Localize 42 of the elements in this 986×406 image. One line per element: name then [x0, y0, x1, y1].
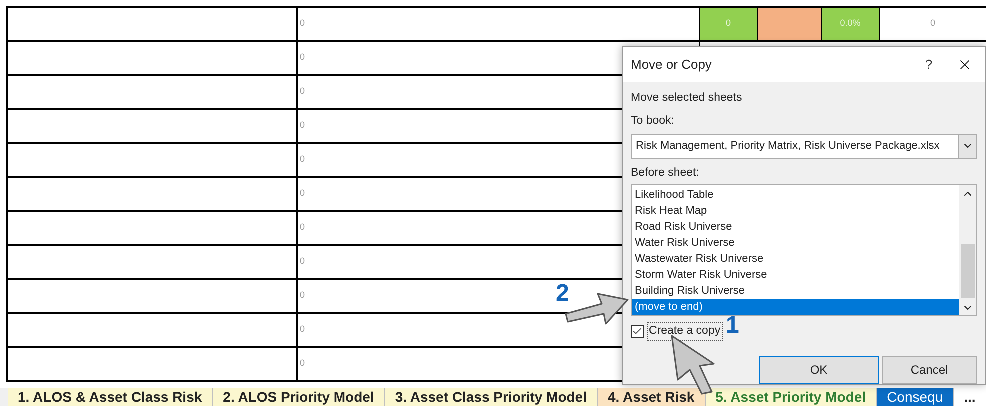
- sheet-tab[interactable]: ...: [954, 388, 986, 406]
- table-cell-text: 0: [300, 17, 306, 30]
- scrollbar[interactable]: [959, 184, 976, 315]
- sheet-list-item[interactable]: Likelihood Table: [632, 186, 959, 203]
- table-cell-text: 0: [929, 17, 936, 30]
- dialog-button[interactable]: Cancel: [882, 356, 977, 384]
- dialog-button[interactable]: OK: [759, 356, 879, 384]
- sheet-tab[interactable]: 4. Asset Risk: [598, 388, 706, 406]
- table-cell-text: 0: [300, 119, 306, 132]
- sheet-list-item[interactable]: Water Risk Universe: [632, 234, 959, 251]
- field-label: Before sheet:: [631, 166, 700, 180]
- table-cell-text: 0: [300, 187, 306, 200]
- sheet-tab[interactable]: 3. Asset Class Priority Model: [385, 388, 598, 406]
- sheet-list-item[interactable]: Wastewater Risk Universe: [632, 250, 959, 267]
- table-cell-text: 0: [300, 85, 306, 98]
- help-button[interactable]: ?: [915, 54, 943, 74]
- table-cell-text: 0: [300, 153, 306, 166]
- table-cell-text: 0: [300, 255, 306, 268]
- sheet-tab[interactable]: 1. ALOS & Asset Class Risk: [8, 388, 214, 406]
- table-cell: 0.0%: [822, 8, 880, 40]
- sheet-tab[interactable]: 5. Asset Priority Model: [706, 388, 878, 406]
- table-cell-text: 0: [300, 357, 306, 370]
- chevron-down-icon[interactable]: [958, 134, 976, 158]
- table-cell-text: 0: [300, 289, 306, 302]
- field-label: To book:: [631, 114, 676, 130]
- table-cell-text: 0: [300, 221, 306, 234]
- table-cell-text: 0: [300, 323, 306, 336]
- sheet-list-item[interactable]: (move to end): [632, 298, 959, 315]
- sheet-list-item[interactable]: Storm Water Risk Universe: [632, 266, 959, 283]
- sheet-list-item[interactable]: Building Risk Universe: [632, 282, 959, 299]
- sheet-list-item[interactable]: Risk Heat Map: [632, 202, 959, 219]
- section-label: Move selected sheets: [631, 91, 744, 106]
- book-dropdown[interactable]: Risk Management, Priority Matrix, Risk Universe Package.xlsx: [631, 134, 977, 158]
- sheet-tab[interactable]: Consequ: [877, 388, 954, 406]
- table-cell-text: 0: [300, 51, 306, 64]
- table-cell: 0: [700, 8, 758, 40]
- step-number: 1: [726, 314, 740, 338]
- step-number: 2: [556, 282, 570, 306]
- window-title: Move or Copy: [631, 56, 713, 74]
- sheet-tab[interactable]: 2. ALOS Priority Model: [213, 388, 386, 406]
- sheet-list-item[interactable]: Road Risk Universe: [632, 218, 959, 235]
- checkbox[interactable]: [631, 324, 644, 338]
